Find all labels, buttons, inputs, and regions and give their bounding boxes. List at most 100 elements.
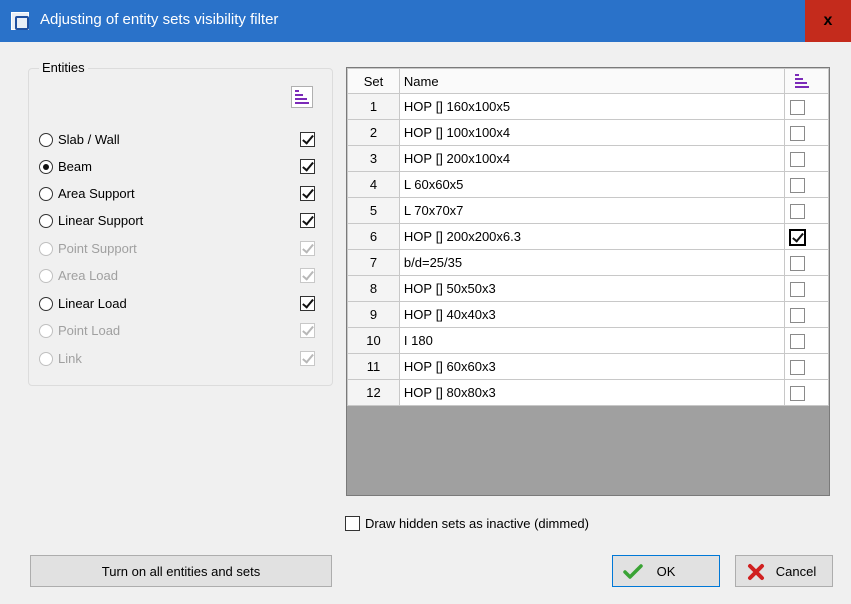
entity-label: Point Support — [58, 241, 137, 256]
set-visibility-checkbox[interactable] — [790, 386, 806, 401]
set-visibility-cell — [784, 145, 829, 172]
entity-radio[interactable] — [39, 187, 53, 201]
set-number-cell: 1 — [347, 93, 400, 120]
set-visibility-checkbox[interactable] — [790, 126, 806, 141]
entity-checkbox — [300, 323, 315, 338]
set-visibility-checkbox[interactable] — [790, 282, 806, 297]
entity-radio[interactable] — [39, 214, 53, 228]
toggle-all-entities-icon[interactable] — [291, 86, 313, 108]
table-row[interactable]: 9 НОР [] 40x40x3 — [347, 301, 829, 328]
cancel-x-icon — [748, 564, 764, 580]
set-visibility-cell — [784, 301, 829, 328]
set-number-cell: 3 — [347, 145, 400, 172]
set-name-cell[interactable]: L 60x60x5 — [398, 171, 786, 198]
entities-group-title: Entities — [39, 60, 88, 75]
set-name-cell[interactable]: b/d=25/35 — [398, 249, 786, 276]
entity-radio — [39, 269, 53, 283]
draw-hidden-label: Draw hidden sets as inactive (dimmed) — [365, 516, 589, 531]
set-visibility-checkbox[interactable] — [790, 204, 806, 219]
table-row[interactable]: 12 НОР [] 80x80x3 — [347, 379, 829, 406]
set-number-cell: 6 — [347, 223, 400, 250]
table-row[interactable]: 7 b/d=25/35 — [347, 249, 829, 276]
set-visibility-checkbox[interactable] — [790, 256, 806, 271]
turn-on-all-label: Turn on all entities and sets — [101, 563, 261, 579]
sets-grid: Set Name 1 НОР [] 160x100x5 2 НОР [] 100x10… — [346, 67, 830, 496]
draw-hidden-checkbox[interactable] — [345, 516, 360, 531]
entity-checkbox — [300, 268, 315, 283]
entity-checkbox[interactable] — [300, 159, 315, 174]
set-name-cell[interactable]: НОР [] 200x200x6.3 — [398, 223, 786, 250]
entity-checkbox[interactable] — [300, 296, 315, 311]
table-row[interactable]: 10 I 180 — [347, 327, 829, 354]
set-visibility-cell — [784, 327, 829, 354]
cancel-label: Cancel — [775, 563, 817, 579]
entity-label: Linear Load — [58, 296, 127, 311]
entity-checkbox[interactable] — [300, 132, 315, 147]
sets-table: Set Name 1 НОР [] 160x100x5 2 НОР [] 100x10… — [347, 68, 829, 406]
set-name-cell[interactable]: НОР [] 160x100x5 — [398, 93, 786, 120]
set-visibility-cell — [784, 223, 829, 250]
set-visibility-checkbox[interactable] — [790, 308, 806, 323]
table-row[interactable]: 4L 60x60x5 — [347, 171, 829, 198]
set-name-cell[interactable]: НОР [] 50x50x3 — [398, 275, 786, 302]
table-row[interactable]: 3 НОР [] 200x100x4 — [347, 145, 829, 172]
set-visibility-checkbox[interactable] — [790, 100, 806, 115]
entity-row: Point Load — [39, 321, 319, 343]
set-visibility-checkbox[interactable] — [790, 152, 806, 167]
set-number-cell: 7 — [347, 249, 400, 276]
table-row[interactable]: 6 НОР [] 200x200x6.3 — [347, 223, 829, 250]
table-row[interactable]: 2 НОР [] 100x100x4 — [347, 119, 829, 146]
entity-radio[interactable] — [39, 297, 53, 311]
checkmark-icon — [623, 564, 643, 579]
set-number-cell: 5 — [347, 197, 400, 224]
set-name-cell[interactable]: НОР [] 100x100x4 — [398, 119, 786, 146]
set-visibility-cell — [784, 249, 829, 276]
entity-row: Area Load — [39, 266, 319, 288]
set-visibility-cell — [784, 197, 829, 224]
set-name-cell[interactable]: НОР [] 40x40x3 — [398, 301, 786, 328]
entity-radio — [39, 324, 53, 338]
entity-checkbox — [300, 351, 315, 366]
column-header-name[interactable]: Name — [398, 68, 786, 94]
entity-row[interactable]: Linear Load — [39, 294, 319, 316]
turn-on-all-button[interactable]: Turn on all entities and sets — [30, 555, 332, 587]
set-visibility-checkbox[interactable] — [790, 178, 806, 193]
column-header-set[interactable]: Set — [347, 68, 400, 94]
entity-row: Point Support — [39, 239, 319, 261]
set-name-cell[interactable]: L 70x70x7 — [398, 197, 786, 224]
entity-row[interactable]: Area Support — [39, 184, 319, 206]
entity-checkbox[interactable] — [300, 213, 315, 228]
entity-row[interactable]: Linear Support — [39, 211, 319, 233]
set-number-cell: 9 — [347, 301, 400, 328]
set-visibility-cell — [784, 379, 829, 406]
entity-row[interactable]: Slab / Wall — [39, 130, 319, 152]
entity-radio — [39, 352, 53, 366]
table-row[interactable]: 8 НОР [] 50x50x3 — [347, 275, 829, 302]
column-header-visibility[interactable] — [784, 68, 829, 94]
set-visibility-checkbox[interactable] — [790, 360, 806, 375]
ok-button[interactable]: OK — [612, 555, 720, 587]
set-number-cell: 10 — [347, 327, 400, 354]
entity-radio[interactable] — [39, 133, 53, 147]
cancel-button[interactable]: Cancel — [735, 555, 833, 587]
toggle-all-sets-icon[interactable] — [792, 71, 812, 91]
table-row[interactable]: 1 НОР [] 160x100x5 — [347, 93, 829, 120]
entity-radio[interactable] — [39, 160, 53, 174]
set-name-cell[interactable]: НОР [] 200x100x4 — [398, 145, 786, 172]
close-button[interactable]: x — [805, 0, 851, 42]
table-row[interactable]: 11 НОР [] 60x60x3 — [347, 353, 829, 380]
set-name-cell[interactable]: НОР [] 80x80x3 — [398, 379, 786, 406]
entity-label: Link — [58, 351, 82, 366]
set-visibility-checkbox[interactable] — [789, 229, 807, 246]
entity-label: Point Load — [58, 323, 121, 338]
set-name-cell[interactable]: I 180 — [398, 327, 786, 354]
table-row[interactable]: 5L 70x70x7 — [347, 197, 829, 224]
entity-checkbox[interactable] — [300, 186, 315, 201]
set-visibility-checkbox[interactable] — [790, 334, 806, 349]
set-name-cell[interactable]: НОР [] 60x60x3 — [398, 353, 786, 380]
entity-label: Area Load — [58, 268, 118, 283]
entity-row[interactable]: Beam — [39, 157, 319, 179]
set-visibility-cell — [784, 171, 829, 198]
title-bar: Adjusting of entity sets visibility filt… — [0, 0, 851, 42]
set-number-cell: 12 — [347, 379, 400, 406]
